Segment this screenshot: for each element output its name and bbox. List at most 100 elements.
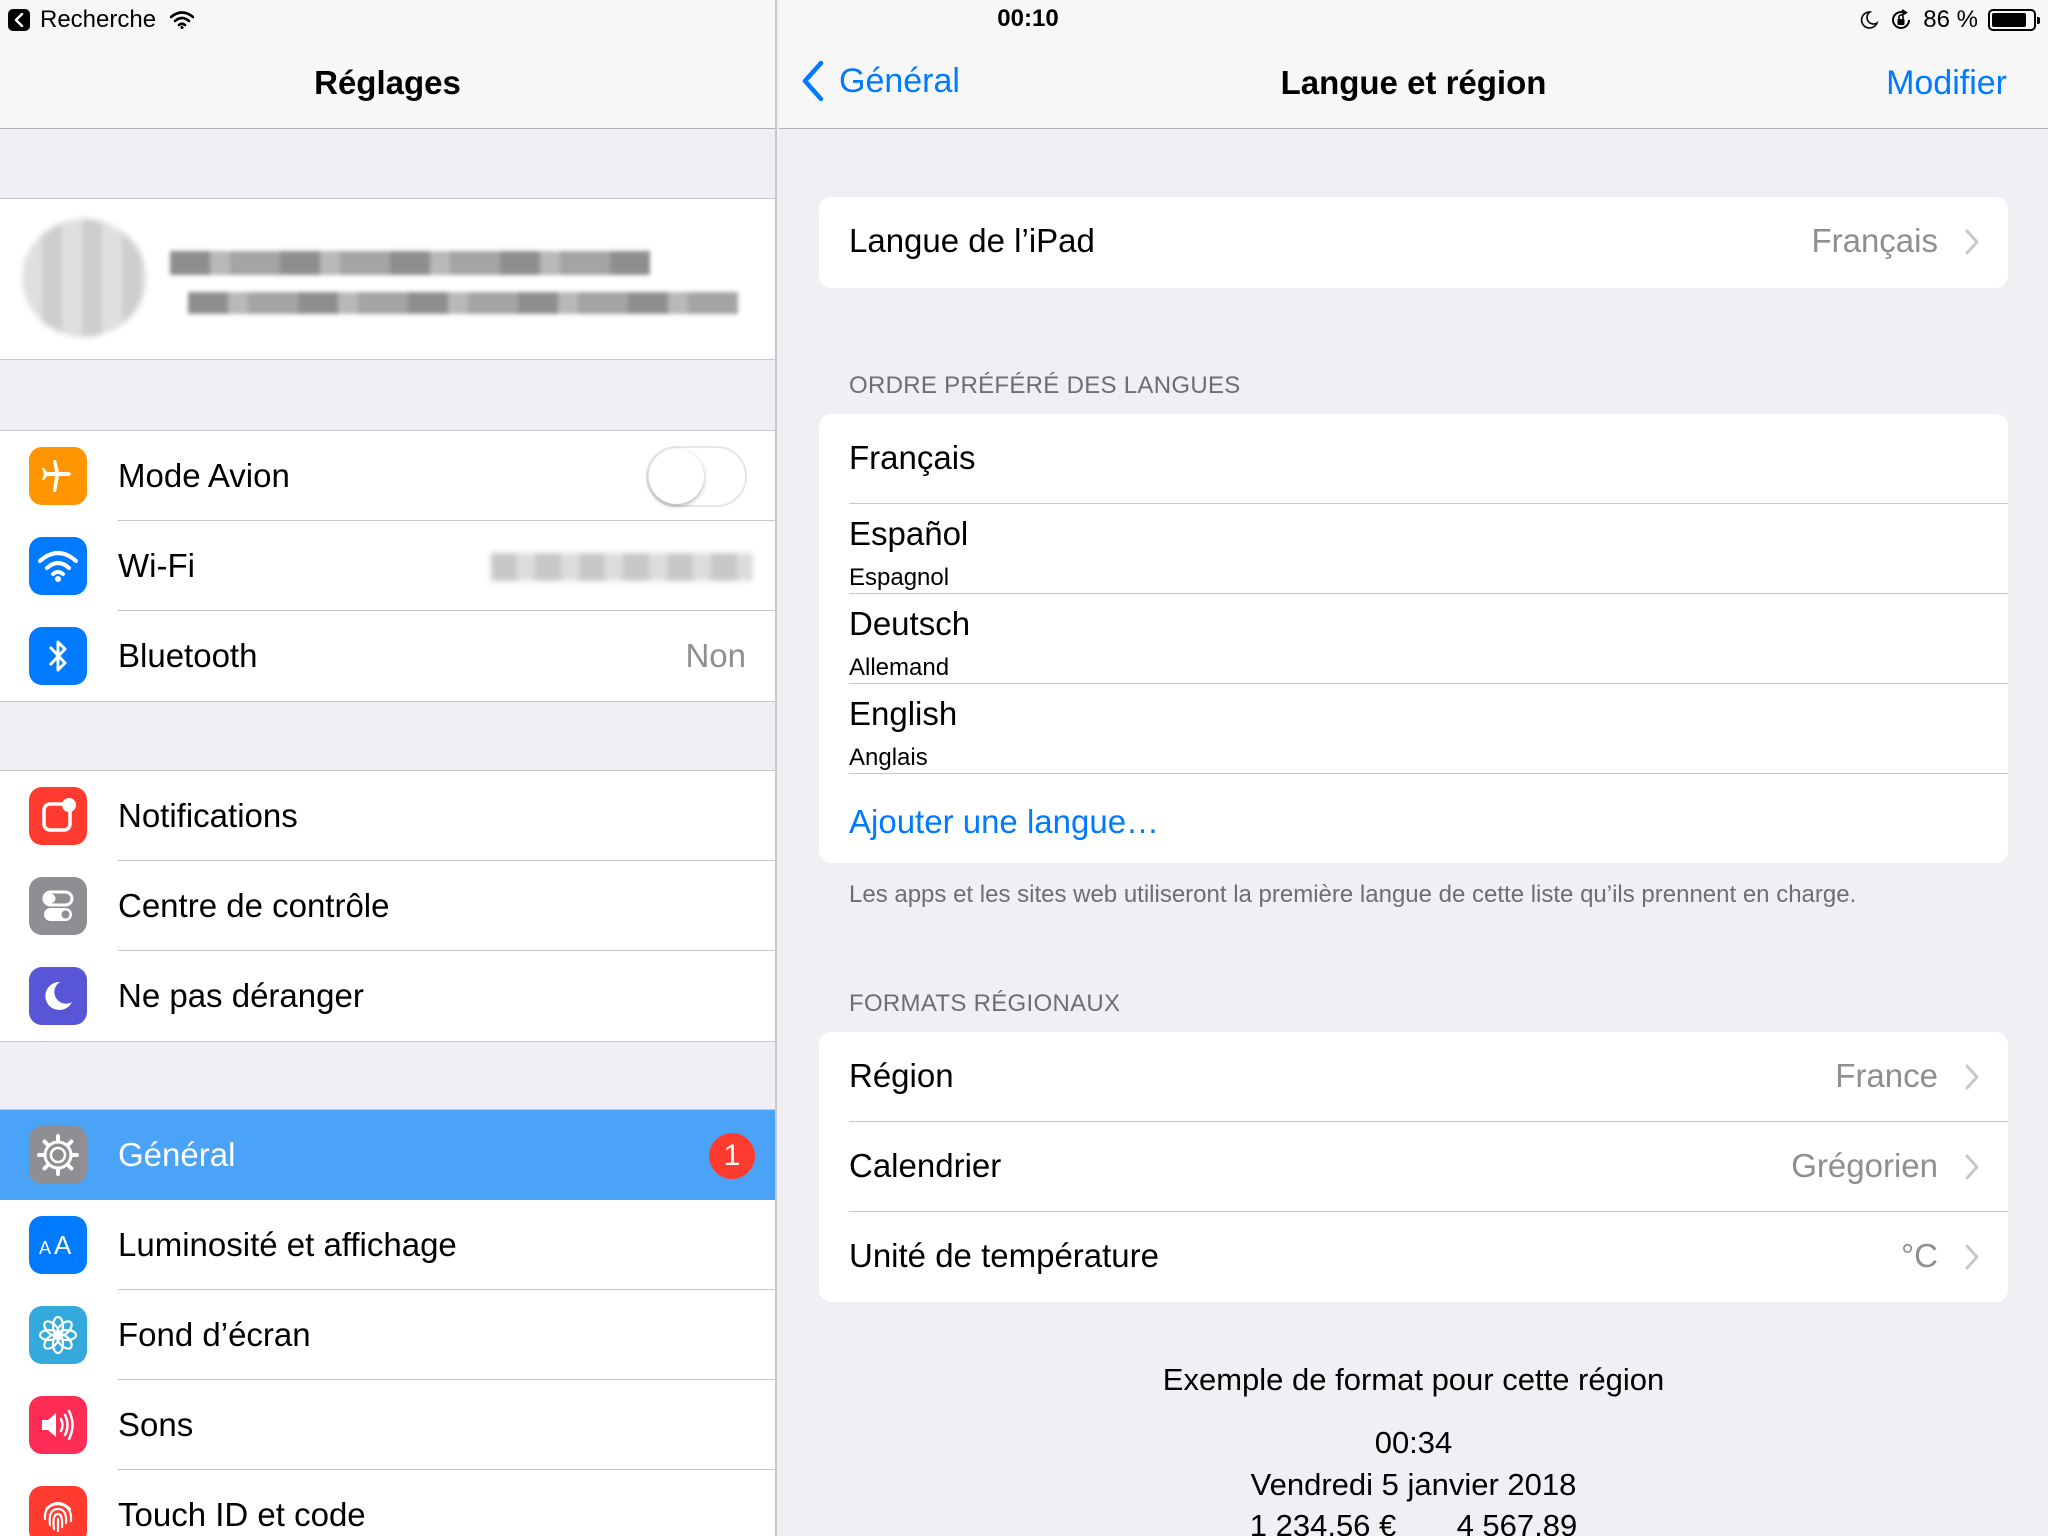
language-translation: Espagnol (849, 564, 950, 591)
region-row[interactable]: Région France (819, 1032, 2008, 1122)
regional-formats-header: FORMATS RÉGIONAUX (849, 990, 1121, 1017)
add-language-button[interactable]: Ajouter une langue… (849, 803, 1159, 841)
preferred-languages-card: Français Español Espagnol Deutsch Allema… (819, 414, 2008, 863)
sidebar-item-mode-avion[interactable]: Mode Avion (0, 431, 775, 521)
notifications-icon (29, 787, 87, 845)
format-example-numbers: 1 234,56 € 4 567,89 (1249, 1508, 1578, 1536)
status-time: 00:10 (997, 5, 1059, 32)
sidebar-item-label: Wi-Fi (118, 547, 195, 584)
sidebar-item-label: Fond d’écran (118, 1316, 311, 1353)
moon-status-icon (1861, 11, 1879, 29)
sidebar-item-display[interactable]: AA Luminosité et affichage (0, 1200, 775, 1290)
wifi-icon (29, 537, 87, 595)
notifications-group: Notifications Centre de contrôle Ne pas … (0, 770, 775, 1042)
ipad-language-label: Langue de l’iPad (849, 222, 1095, 259)
calendar-value: Grégorien (1791, 1147, 1938, 1184)
update-badge: 1 (709, 1133, 755, 1179)
calendar-row[interactable]: Calendrier Grégorien (819, 1122, 2008, 1212)
sidebar-item-control-center[interactable]: Centre de contrôle (0, 861, 775, 951)
sidebar-item-sounds[interactable]: Sons (0, 1380, 775, 1470)
language-name: English (849, 695, 958, 732)
regional-formats-card: Région France Calendrier Grégorien Unité… (819, 1032, 2008, 1302)
format-example-time: 00:34 (1374, 1425, 1453, 1460)
general-group: Général 1 AA Luminosité et affichage Fon… (0, 1109, 775, 1536)
page-title: Langue et région (1280, 64, 1547, 101)
language-name: Deutsch (849, 605, 971, 642)
battery-fill (1992, 13, 2027, 27)
sidebar-item-wifi[interactable]: Wi-Fi (0, 521, 775, 611)
toggle-knob (649, 449, 704, 504)
sidebar-item-label: Notifications (118, 797, 298, 834)
sidebar-item-label: Touch ID et code (118, 1496, 366, 1533)
sidebar-item-general[interactable]: Général 1 (0, 1110, 775, 1200)
svg-text:A: A (54, 1230, 72, 1260)
redacted-network-name (491, 553, 753, 581)
avatar (22, 219, 146, 337)
sidebar-item-notifications[interactable]: Notifications (0, 771, 775, 861)
sidebar-item-touch-id[interactable]: Touch ID et code (0, 1470, 775, 1536)
languages-footer-note: Les apps et les sites web utiliseront la… (849, 881, 1857, 908)
sidebar-item-label: Centre de contrôle (118, 887, 390, 924)
language-item-francais[interactable]: Français (819, 414, 2008, 504)
sidebar-item-bluetooth[interactable]: Bluetooth Non (0, 611, 775, 701)
speaker-icon (29, 1396, 87, 1454)
temperature-unit-value: °C (1900, 1237, 1938, 1274)
language-item-english[interactable]: English Anglais (819, 684, 2008, 774)
chevron-right-icon (1965, 229, 1979, 255)
battery-icon (1988, 9, 2040, 31)
edit-button[interactable]: Modifier (1886, 64, 2007, 103)
moon-icon (29, 967, 87, 1025)
ipad-language-card: Langue de l’iPad Français (819, 197, 2008, 288)
settings-sidebar: Réglages Mode Avion Wi-Fi Bluetooth Non … (0, 0, 777, 1536)
rotation-lock-icon (1892, 9, 1911, 29)
language-name: Español (849, 515, 969, 552)
region-label: Région (849, 1057, 954, 1094)
sidebar-item-label: Sons (118, 1406, 194, 1443)
gear-icon (29, 1126, 87, 1184)
bluetooth-icon (29, 627, 87, 685)
language-translation: Anglais (849, 744, 928, 771)
battery-percentage: 86 % (1923, 6, 1978, 33)
airplane-icon (29, 447, 87, 505)
format-example-date: Vendredi 5 janvier 2018 (1250, 1467, 1577, 1502)
sidebar-item-label: Mode Avion (118, 457, 290, 494)
text-size-icon: AA (29, 1216, 87, 1274)
control-center-icon (29, 877, 87, 935)
redacted-subtitle (188, 292, 738, 314)
add-language-row[interactable]: Ajouter une langue… (819, 774, 2008, 863)
sidebar-item-wallpaper[interactable]: Fond d’écran (0, 1290, 775, 1380)
connectivity-group: Mode Avion Wi-Fi Bluetooth Non (0, 430, 775, 702)
language-name: Français (849, 439, 976, 476)
fingerprint-icon (29, 1486, 87, 1536)
temperature-unit-row[interactable]: Unité de température °C (819, 1212, 2008, 1302)
calendar-label: Calendrier (849, 1147, 1002, 1184)
language-translation: Allemand (849, 654, 950, 681)
svg-text:A: A (39, 1238, 51, 1258)
airplane-mode-toggle[interactable] (646, 446, 747, 507)
chevron-right-icon (1965, 1064, 1979, 1090)
preferred-languages-header: ORDRE PRÉFÉRÉ DES LANGUES (849, 372, 1241, 399)
status-bar: Recherche 00:10 86 % (0, 0, 2048, 40)
sidebar-item-label: Bluetooth (118, 637, 258, 674)
format-example-title: Exemple de format pour cette région (1162, 1362, 1665, 1397)
chevron-right-icon (1965, 1244, 1979, 1270)
battery-nub (2037, 17, 2040, 24)
chevron-right-icon (1965, 1154, 1979, 1180)
language-item-deutsch[interactable]: Deutsch Allemand (819, 594, 2008, 684)
bluetooth-status: Non (685, 637, 746, 674)
region-value: France (1835, 1057, 1938, 1094)
wallpaper-icon (29, 1306, 87, 1364)
status-right: 86 % (1859, 5, 2040, 35)
sidebar-item-do-not-disturb[interactable]: Ne pas déranger (0, 951, 775, 1041)
temperature-unit-label: Unité de température (849, 1237, 1160, 1274)
sidebar-title: Réglages (314, 64, 461, 101)
sidebar-item-label: Ne pas déranger (118, 977, 364, 1014)
apple-id-profile-row[interactable] (0, 198, 775, 360)
ipad-language-value: Français (1811, 222, 1938, 259)
redacted-name (170, 251, 650, 275)
language-item-espanol[interactable]: Español Espagnol (819, 504, 2008, 594)
sidebar-item-label: Général (118, 1136, 236, 1173)
ipad-language-row[interactable]: Langue de l’iPad Français (819, 197, 2008, 287)
language-region-pane: Général Langue et région Modifier Langue… (779, 0, 2048, 1536)
sidebar-item-label: Luminosité et affichage (118, 1226, 457, 1263)
